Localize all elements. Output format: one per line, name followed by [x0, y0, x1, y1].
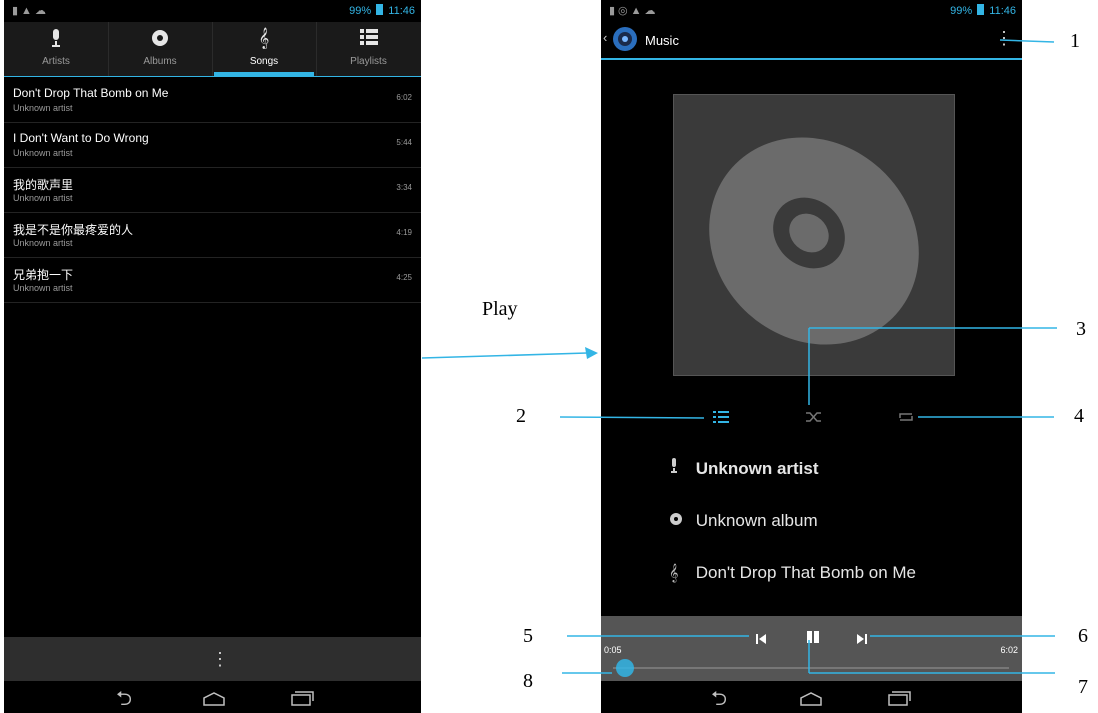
- callout-1: 1: [1070, 30, 1080, 52]
- callout-lines: [559, 39, 1057, 674]
- callout-6: 6: [1078, 625, 1088, 647]
- callout-4: 4: [1074, 405, 1084, 427]
- callout-5: 5: [523, 625, 533, 647]
- callout-3: 3: [1076, 318, 1086, 340]
- callout-8: 8: [523, 670, 533, 692]
- callout-7: 7: [1078, 676, 1088, 698]
- callout-2: 2: [516, 405, 526, 427]
